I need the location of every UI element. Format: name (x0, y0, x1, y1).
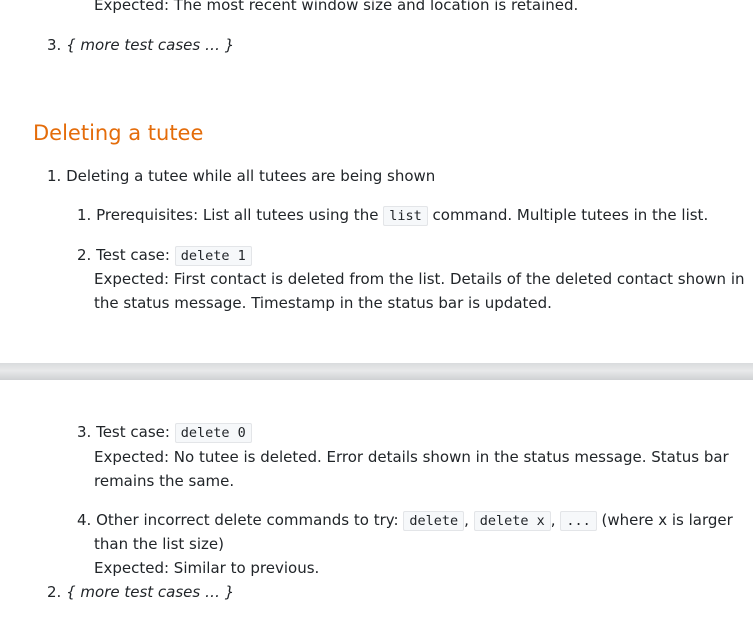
sublist-item-number: 2. (77, 246, 92, 264)
list-item-more-test-cases-2: 2. { more test cases … } (47, 581, 234, 603)
inline-code-ellipsis: ... (560, 511, 597, 531)
expected-text-line: Expected: First contact is deleted from … (94, 270, 745, 288)
list-item-number: 3. (47, 36, 62, 54)
expected-text-line: the status message. Timestamp in the sta… (94, 294, 552, 312)
list-item-text: { more test cases … } (66, 583, 235, 601)
inline-code-delete-1: delete 1 (174, 246, 252, 266)
prerequisites-text: Prerequisites: List all tutees using the (96, 206, 379, 224)
list-item-text: { more test cases … } (66, 36, 235, 54)
separator-comma: , (464, 511, 469, 529)
prerequisites-suffix: command. Multiple tutees in the list. (432, 206, 709, 224)
sublist-item-incorrect-commands: 4. Other incorrect delete commands to tr… (77, 509, 733, 532)
expected-similar-text: Expected: Similar to previous. (94, 559, 320, 577)
sublist-item-number: 4. (77, 511, 92, 529)
incorrect-commands-text: Other incorrect delete commands to try: (96, 511, 399, 529)
inline-code-delete-0: delete 0 (174, 423, 252, 443)
page-separator (0, 363, 753, 380)
expected-text-line: remains the same. (94, 472, 235, 490)
inline-code-delete-x: delete x (473, 511, 551, 531)
expected-text-line: Expected: No tutee is deleted. Error det… (94, 448, 729, 466)
separator-comma: , (550, 511, 556, 529)
test-case-label: Test case: (96, 246, 170, 264)
incorrect-commands-line2: than the list size) (94, 535, 224, 553)
list-item-more-test-cases-1: 3. { more test cases … } (47, 34, 234, 56)
section-heading-deleting-tutee: Deleting a tutee (33, 121, 204, 145)
expected-window-size-text: Expected: The most recent window size an… (94, 0, 579, 14)
sublist-item-number: 1. (77, 206, 92, 224)
incorrect-commands-suffix: (where x is larger (601, 511, 733, 529)
inline-code-delete: delete (403, 511, 465, 531)
inline-code-list: list (383, 206, 428, 226)
sublist-item-number: 3. (77, 423, 92, 441)
list-item-text: Deleting a tutee while all tutees are be… (66, 167, 436, 185)
list-item-number: 2. (47, 583, 62, 601)
list-item-number: 1. (47, 167, 62, 185)
sublist-item-test-case-1: 2. Test case: delete 1 (77, 244, 252, 267)
sublist-item-prerequisites: 1. Prerequisites: List all tutees using … (77, 204, 708, 227)
list-item-deleting-tutee: 1. Deleting a tutee while all tutees are… (47, 165, 435, 187)
sublist-item-test-case-0: 3. Test case: delete 0 (77, 421, 252, 444)
test-case-label: Test case: (96, 423, 170, 441)
